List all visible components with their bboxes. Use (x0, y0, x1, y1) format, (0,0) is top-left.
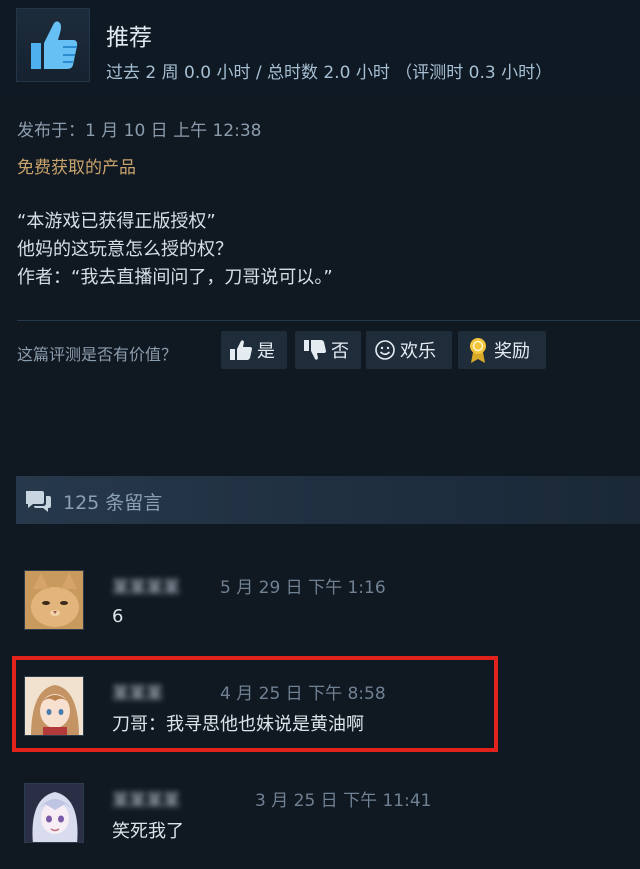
vote-funny-label: 欢乐 (400, 341, 436, 362)
comment-author[interactable]: 某某某某 (112, 786, 180, 811)
highlight-frame (12, 656, 498, 752)
review-body-line: “本游戏已获得正版授权” (17, 211, 216, 232)
vote-yes-label: 是 (257, 341, 275, 362)
vote-funny-button[interactable]: 欢乐 (366, 331, 452, 369)
divider (17, 320, 640, 321)
comments-count: 125 条留言 (63, 492, 163, 514)
review-body: “本游戏已获得正版授权” 他妈的这玩意怎么授的权？ 作者：“我去直播间问了，刀哥… (17, 208, 333, 292)
vote-no-label: 否 (331, 341, 349, 362)
review-header: 推荐 过去 2 周 0.0 小时 / 总时数 2.0 小时 （评测时 0.3 小… (0, 0, 640, 98)
review-body-line: 作者：“我去直播间问了，刀哥说可以。” (17, 267, 333, 288)
speech-bubbles-icon (26, 491, 51, 512)
thumbs-up-icon (230, 340, 252, 360)
comment-text: 笑死我了 (112, 821, 184, 842)
free-product-label: 免费获取的产品 (17, 158, 136, 178)
review-body-line: 他妈的这玩意怎么授的权？ (17, 239, 233, 260)
comments-header[interactable]: 125 条留言 (16, 476, 640, 524)
posted-date: 发布于：1 月 10 日 上午 12:38 (17, 121, 262, 141)
smiley-icon (375, 340, 395, 360)
award-ribbon-icon (470, 338, 486, 363)
thumbs-down-icon (304, 340, 326, 360)
award-label: 奖励 (494, 341, 530, 362)
review-verdict: 推荐 (106, 25, 152, 51)
avatar[interactable] (24, 783, 84, 843)
comment-author[interactable]: 某某某某 (112, 573, 180, 598)
recommend-badge (16, 8, 90, 82)
vote-no-button[interactable]: 否 (295, 331, 361, 369)
avatar[interactable] (24, 570, 84, 630)
helpful-question: 这篇评测是否有价值？ (17, 345, 178, 364)
award-button[interactable]: 奖励 (458, 331, 546, 369)
thumbs-up-icon (31, 21, 78, 69)
comment-timestamp: 5 月 29 日 下午 1:16 (220, 578, 386, 598)
comment-timestamp: 3 月 25 日 下午 11:41 (255, 791, 432, 811)
vote-yes-button[interactable]: 是 (221, 331, 287, 369)
playtime-summary: 过去 2 周 0.0 小时 / 总时数 2.0 小时 （评测时 0.3 小时） (106, 63, 553, 83)
comment-text: 6 (112, 606, 124, 627)
